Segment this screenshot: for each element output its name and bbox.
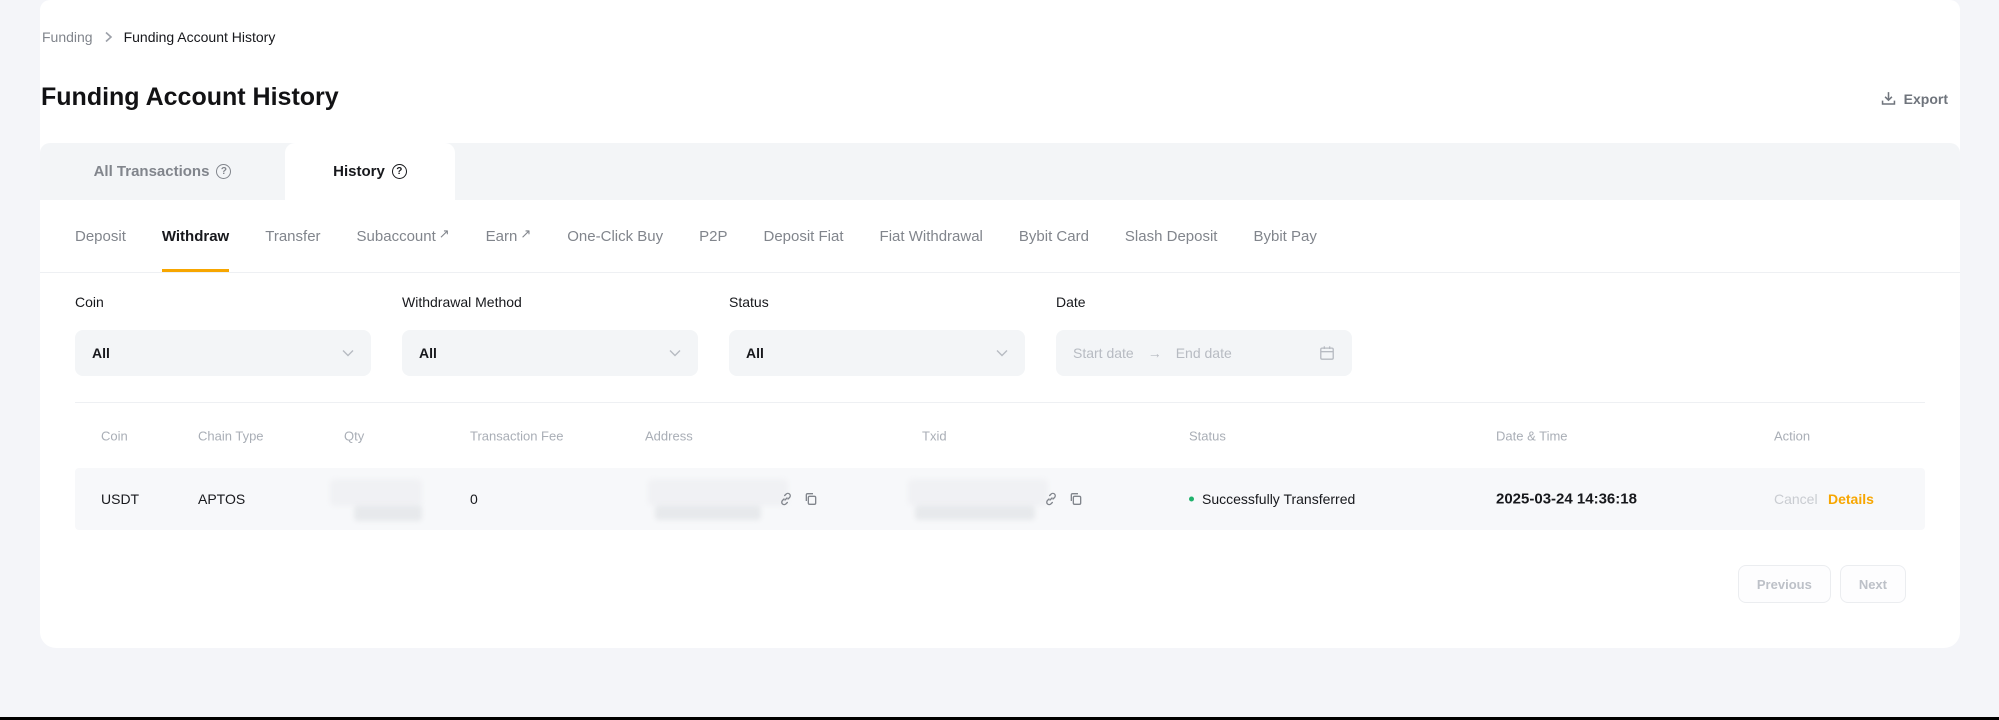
subtab-earn[interactable]: Earn↗ <box>486 200 532 272</box>
breadcrumb: Funding Funding Account History <box>42 29 275 45</box>
withdrawal-method-label: Withdrawal Method <box>402 294 698 313</box>
subtab-label: P2P <box>699 228 727 245</box>
col-header-date-time: Date & Time <box>1496 428 1568 443</box>
redacted-qty <box>330 468 422 530</box>
status-filter: Status All <box>729 294 1025 376</box>
txid-icons <box>1043 491 1084 507</box>
address-link-icon[interactable] <box>778 491 794 507</box>
col-header-chain-type: Chain Type <box>198 428 264 443</box>
tab-all-transactions[interactable]: All Transactions ? <box>40 143 285 200</box>
details-action[interactable]: Details <box>1828 491 1874 507</box>
col-header-txid: Txid <box>922 428 947 443</box>
breadcrumb-current: Funding Account History <box>124 29 276 45</box>
cell-coin: USDT <box>101 491 139 507</box>
end-date-placeholder: End date <box>1176 345 1232 361</box>
subtab-deposit-fiat[interactable]: Deposit Fiat <box>763 200 843 272</box>
export-label: Export <box>1904 91 1948 107</box>
content-card: Funding Funding Account History Funding … <box>40 0 1960 648</box>
date-range-input[interactable]: Start date → End date <box>1056 330 1352 376</box>
page-background: Funding Funding Account History Funding … <box>0 0 1999 717</box>
cell-transaction-fee: 0 <box>470 491 478 507</box>
subtab-slash-deposit[interactable]: Slash Deposit <box>1125 200 1218 272</box>
subtab-label: Withdraw <box>162 228 229 245</box>
redacted-txid <box>908 468 1048 530</box>
download-icon <box>1880 90 1897 107</box>
coin-filter-label: Coin <box>75 294 371 313</box>
chevron-down-icon <box>996 349 1008 357</box>
subtab-label: Bybit Card <box>1019 228 1089 245</box>
top-tab-bar: All Transactions ? History ? <box>40 143 1960 200</box>
subtab-label: Deposit <box>75 228 126 245</box>
coin-filter: Coin All <box>75 294 371 376</box>
subtab-bar: Deposit Withdraw Transfer Subaccount↗ Ea… <box>75 200 1317 272</box>
next-page-button[interactable]: Next <box>1840 565 1906 603</box>
coin-select-value: All <box>92 345 110 361</box>
subtab-p2p[interactable]: P2P <box>699 200 727 272</box>
table-header-row: Coin Chain Type Qty Transaction Fee Addr… <box>75 403 1925 468</box>
subtab-divider <box>40 272 1960 273</box>
tab-history[interactable]: History ? <box>285 143 455 200</box>
status-dot-icon <box>1189 497 1194 502</box>
export-button[interactable]: Export <box>1880 90 1948 107</box>
external-link-icon: ↗ <box>520 226 531 242</box>
subtab-label: Fiat Withdrawal <box>880 228 983 245</box>
tab-all-transactions-label: All Transactions <box>94 163 210 180</box>
calendar-icon[interactable] <box>1319 345 1335 361</box>
subtab-transfer[interactable]: Transfer <box>265 200 320 272</box>
cell-status: Successfully Transferred <box>1202 491 1355 507</box>
previous-page-button[interactable]: Previous <box>1738 565 1831 603</box>
txid-copy-icon[interactable] <box>1068 491 1084 507</box>
subtab-label: Subaccount <box>357 228 436 245</box>
redacted-address <box>648 468 788 530</box>
date-filter-label: Date <box>1056 294 1352 313</box>
col-header-action: Action <box>1774 428 1810 443</box>
breadcrumb-link-funding[interactable]: Funding <box>42 29 93 45</box>
subtab-fiat-withdrawal[interactable]: Fiat Withdrawal <box>880 200 983 272</box>
col-header-status: Status <box>1189 428 1226 443</box>
cancel-action[interactable]: Cancel <box>1774 491 1818 507</box>
subtab-deposit[interactable]: Deposit <box>75 200 126 272</box>
filter-bar: Coin All Withdrawal Method All <box>75 294 1352 376</box>
subtab-label: Bybit Pay <box>1253 228 1316 245</box>
cell-chain-type: APTOS <box>198 491 245 507</box>
subtab-subaccount[interactable]: Subaccount↗ <box>357 200 450 272</box>
coin-select[interactable]: All <box>75 330 371 376</box>
subtab-bybit-pay[interactable]: Bybit Pay <box>1253 200 1316 272</box>
start-date-placeholder: Start date <box>1073 345 1134 361</box>
subtab-label: Slash Deposit <box>1125 228 1218 245</box>
date-range-arrow-icon: → <box>1148 345 1162 361</box>
help-icon[interactable]: ? <box>216 164 231 179</box>
status-select-value: All <box>746 345 764 361</box>
subtab-label: Earn <box>486 228 518 245</box>
breadcrumb-chevron-icon <box>104 31 113 43</box>
subtab-one-click-buy[interactable]: One-Click Buy <box>567 200 663 272</box>
subtab-label: One-Click Buy <box>567 228 663 245</box>
withdrawal-method-value: All <box>419 345 437 361</box>
chevron-down-icon <box>342 349 354 357</box>
external-link-icon: ↗ <box>439 226 450 242</box>
table-row: USDT APTOS 0 <box>75 468 1925 530</box>
col-header-address: Address <box>645 428 693 443</box>
address-icons <box>778 491 819 507</box>
date-filter: Date Start date → End date <box>1056 294 1352 376</box>
withdrawal-method-select[interactable]: All <box>402 330 698 376</box>
pagination: Previous Next <box>1738 565 1906 603</box>
tab-history-label: History <box>333 163 385 180</box>
help-icon[interactable]: ? <box>392 164 407 179</box>
col-header-transaction-fee: Transaction Fee <box>470 428 563 443</box>
subtab-bybit-card[interactable]: Bybit Card <box>1019 200 1089 272</box>
subtab-label: Deposit Fiat <box>763 228 843 245</box>
withdrawal-method-filter: Withdrawal Method All <box>402 294 698 376</box>
txid-link-icon[interactable] <box>1043 491 1059 507</box>
chevron-down-icon <box>669 349 681 357</box>
address-copy-icon[interactable] <box>803 491 819 507</box>
page-title: Funding Account History <box>41 83 339 112</box>
col-header-qty: Qty <box>344 428 364 443</box>
cell-date-time: 2025-03-24 14:36:18 <box>1496 491 1637 508</box>
status-filter-label: Status <box>729 294 1025 313</box>
col-header-coin: Coin <box>101 428 128 443</box>
subtab-label: Transfer <box>265 228 320 245</box>
status-select[interactable]: All <box>729 330 1025 376</box>
subtab-withdraw[interactable]: Withdraw <box>162 200 229 272</box>
